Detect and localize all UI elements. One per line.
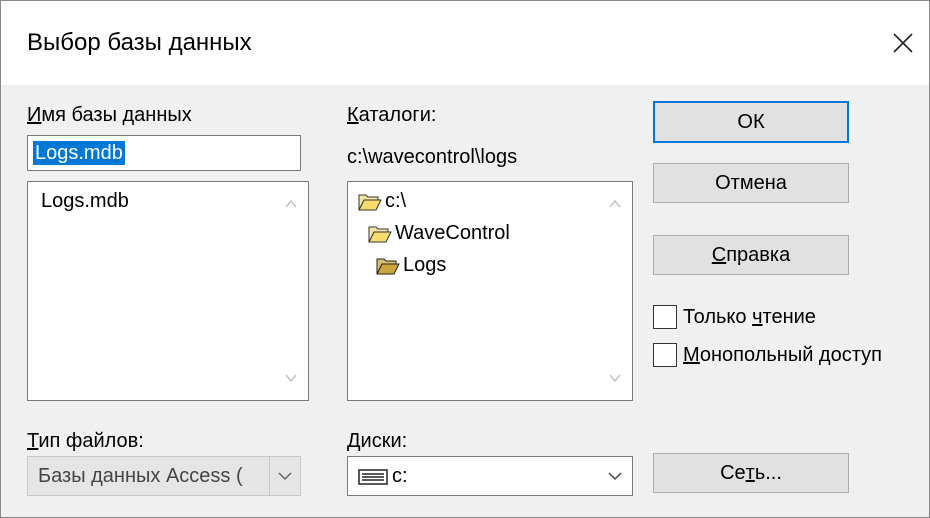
folder-name: c:\ bbox=[385, 190, 407, 212]
ok-button[interactable]: ОК bbox=[653, 101, 849, 143]
drives-select[interactable]: c: bbox=[347, 456, 633, 496]
folder-item-root[interactable]: c:\ bbox=[358, 190, 406, 213]
file-type-value: Базы данных Access ( bbox=[38, 465, 243, 487]
open-folder-icon bbox=[368, 226, 392, 242]
chevron-down-icon bbox=[608, 472, 622, 481]
scroll-down-icon[interactable] bbox=[609, 372, 621, 384]
readonly-label[interactable]: Только чтение bbox=[683, 305, 816, 329]
folder-name: WaveControl bbox=[395, 222, 510, 244]
folder-item-logs[interactable]: Logs bbox=[376, 254, 446, 277]
network-button[interactable]: Се т ь... bbox=[653, 453, 849, 493]
file-list-scrollbar[interactable] bbox=[276, 184, 306, 398]
db-name-input[interactable]: Logs.mdb bbox=[27, 135, 301, 171]
drives-label: Диски: bbox=[347, 430, 408, 452]
catalogs-label: Каталоги: bbox=[347, 104, 437, 126]
close-button[interactable] bbox=[883, 23, 923, 63]
close-icon bbox=[893, 33, 913, 53]
db-name-input-value: Logs.mdb bbox=[33, 141, 125, 165]
help-button[interactable]: Справка bbox=[653, 235, 849, 275]
drive-value: c: bbox=[392, 465, 408, 487]
drive-icon bbox=[358, 469, 388, 485]
dialog-title: Выбор базы данных bbox=[27, 29, 252, 56]
file-name: Logs.mdb bbox=[41, 190, 129, 212]
folder-name: Logs bbox=[403, 254, 447, 276]
exclusive-checkbox[interactable] bbox=[653, 343, 677, 367]
db-file-list[interactable]: Logs.mdb bbox=[27, 181, 309, 401]
cancel-button[interactable]: Отмена bbox=[653, 163, 849, 203]
open-folder-icon bbox=[358, 194, 382, 210]
open-folder-icon bbox=[376, 258, 400, 274]
chevron-down-icon bbox=[278, 472, 292, 481]
scroll-up-icon[interactable] bbox=[285, 198, 297, 210]
list-item[interactable]: Logs.mdb bbox=[41, 190, 129, 213]
title-bar: Выбор базы данных bbox=[1, 1, 929, 85]
db-name-label: Имя базы данных bbox=[27, 104, 192, 126]
current-path: c:\wavecontrol\logs bbox=[347, 146, 518, 168]
folder-item-wavecontrol[interactable]: WaveControl bbox=[368, 222, 510, 245]
scroll-down-icon[interactable] bbox=[285, 372, 297, 384]
select-database-dialog: Выбор базы данных Имя базы данных Logs.m… bbox=[0, 0, 930, 518]
file-type-dropdown-button[interactable] bbox=[269, 457, 300, 495]
file-type-select[interactable]: Базы данных Access ( bbox=[27, 456, 301, 496]
readonly-checkbox[interactable] bbox=[653, 305, 677, 329]
drives-dropdown-button[interactable] bbox=[598, 457, 632, 495]
folder-tree[interactable]: c:\ WaveControl Logs bbox=[347, 181, 633, 401]
scroll-up-icon[interactable] bbox=[609, 198, 621, 210]
exclusive-label[interactable]: Монопольный доступ bbox=[683, 343, 882, 367]
folder-tree-scrollbar[interactable] bbox=[600, 184, 630, 398]
file-type-label: Тип файлов: bbox=[27, 430, 144, 452]
